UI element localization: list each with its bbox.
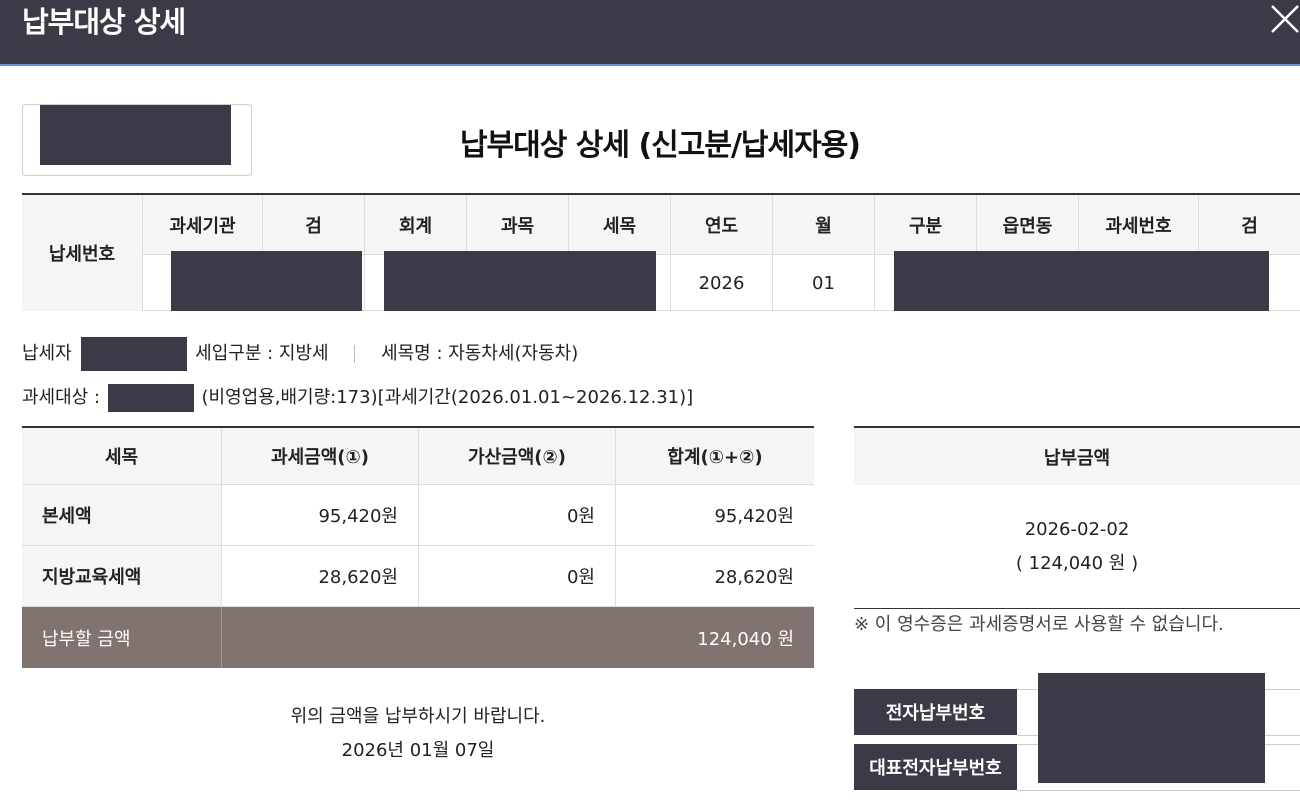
payment-amount: ( 124,040 원 ) <box>1015 552 1139 574</box>
taxpayer-label: 납세자 <box>22 343 72 364</box>
tax-target-line: 과세대상 : (비영업용,배기량:173)[과세기간(2026.01.01~20… <box>22 383 693 412</box>
val-year: 2026 <box>671 255 773 311</box>
redacted-vehicle-number <box>107 384 194 412</box>
header-tax-item: 세목 <box>22 428 222 484</box>
payment-amount-header: 납부금액 <box>854 428 1300 485</box>
e-payment-number-label: 전자납부번호 <box>854 689 1017 735</box>
redacted-taxpayer-name <box>81 337 188 371</box>
col-month: 월 <box>773 195 875 255</box>
divider <box>1017 790 1300 791</box>
payment-amount-body: 2026-02-02 ( 124,040 원 ) <box>854 485 1300 609</box>
redacted-e-payment-numbers <box>1038 673 1265 783</box>
header-total: 합계(①+②) <box>667 447 763 468</box>
row-tax: 95,420원 <box>222 485 419 545</box>
row-item: 본세액 <box>22 485 222 545</box>
col-account: 회계 <box>365 195 467 255</box>
row-tax: 28,620원 <box>222 546 419 606</box>
payment-request-message: 위의 금액을 납부하시기 바랍니다. <box>290 706 546 727</box>
tax-item-name: 세목명 : 자동차세(자동차) <box>381 343 579 364</box>
redacted-logo <box>40 105 231 165</box>
row-total: 28,620원 <box>714 567 794 588</box>
col-division: 구분 <box>875 195 977 255</box>
col-check-2: 검 <box>1199 195 1300 255</box>
redacted-tax-office <box>171 251 362 311</box>
info-separator <box>354 345 356 363</box>
row-additional: 0원 <box>419 546 616 606</box>
tax-target-detail: (비영업용,배기량:173)[과세기간(2026.01.01~2026.12.3… <box>201 387 694 408</box>
col-tax-item: 세목 <box>569 195 671 255</box>
window-title: 납부대상 상세 <box>22 5 186 39</box>
total-row: 납부할 금액 124,040 원 <box>22 607 814 668</box>
taxpayer-info-line: 납세자 세입구분 : 지방세 세목명 : 자동차세(자동차) <box>22 337 578 371</box>
redacted-account-subject <box>384 251 656 311</box>
tax-number-label: 납세번호 <box>22 195 143 311</box>
issue-date: 2026년 01월 07일 <box>341 740 495 761</box>
document-title: 납부대상 상세 (신고분/납세자용) <box>459 128 861 163</box>
tax-target-label: 과세대상 : <box>22 387 101 408</box>
col-tax-serial: 과세번호 <box>1079 195 1199 255</box>
redacted-division-serial <box>894 251 1269 311</box>
income-type: 세입구분 : 지방세 <box>195 343 329 364</box>
header-additional-amount: 가산금액(②) <box>419 428 616 484</box>
logo-box <box>22 104 252 176</box>
window-titlebar: 납부대상 상세 <box>0 0 1300 66</box>
amount-table-header: 세목 과세금액(①) 가산금액(②) 합계(①+②) <box>22 428 814 485</box>
amount-table: 세목 과세금액(①) 가산금액(②) 합계(①+②) 본세액 95,420원 0… <box>22 426 814 668</box>
col-check-1: 검 <box>263 195 365 255</box>
row-item: 지방교육세액 <box>22 546 222 606</box>
due-date: 2026-02-02 <box>1024 518 1130 540</box>
tax-number-table: 납세번호 과세기관 검 회계 과목 세목 연도 월 구분 읍면동 과세번호 검 … <box>22 193 1300 311</box>
col-subject: 과목 <box>467 195 569 255</box>
row-additional: 0원 <box>419 485 616 545</box>
row-total: 95,420원 <box>714 506 794 527</box>
receipt-notice: ※ 이 영수증은 과세증명서로 사용할 수 없습니다. <box>854 614 1224 635</box>
close-icon[interactable] <box>1268 2 1300 36</box>
table-row: 본세액 95,420원 0원 95,420원 <box>22 485 814 546</box>
col-year: 연도 <box>671 195 773 255</box>
col-district: 읍면동 <box>977 195 1079 255</box>
rep-e-payment-number-label: 대표전자납부번호 <box>854 744 1017 790</box>
total-value: 124,040 원 <box>697 628 794 650</box>
payment-amount-panel: 납부금액 2026-02-02 ( 124,040 원 ) <box>854 426 1300 609</box>
total-label: 납부할 금액 <box>22 607 222 668</box>
header-tax-amount: 과세금액(①) <box>222 428 419 484</box>
table-row: 지방교육세액 28,620원 0원 28,620원 <box>22 546 814 607</box>
val-month: 01 <box>773 255 875 311</box>
col-tax-office: 과세기관 <box>143 195 263 255</box>
